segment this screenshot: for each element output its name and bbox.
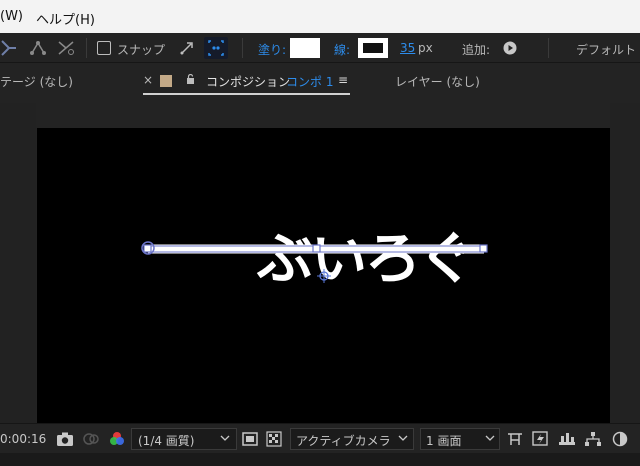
viewer-bottom-bar: 0:00:16 (1/4 画質) アクティブカメラ 1 画面 <box>0 423 640 453</box>
snap-label: スナップ <box>117 43 166 57</box>
current-time-display[interactable]: 0:00:16 <box>0 432 46 446</box>
show-snapshot-icon[interactable] <box>82 431 100 447</box>
chevron-down-icon <box>485 435 495 441</box>
add-label: 追加: <box>462 43 491 57</box>
chevron-down-icon <box>398 435 408 441</box>
flowchart-icon[interactable] <box>584 431 602 447</box>
menu-item-window[interactable]: (W) <box>0 9 23 24</box>
snap-checkbox[interactable] <box>97 41 111 55</box>
reset-exposure-icon[interactable] <box>506 431 524 447</box>
viewer-right-pasteboard <box>610 103 640 423</box>
panel-menu-icon[interactable]: ≡ <box>338 73 348 87</box>
fill-label[interactable]: 塗り: <box>258 41 286 58</box>
tab-composition-name[interactable]: コンポ 1 <box>286 73 333 90</box>
resolution-value: (1/4 画質) <box>138 434 195 448</box>
snap-target-icon[interactable] <box>178 39 196 57</box>
chevron-down-icon <box>220 435 230 441</box>
stroke-width-unit: px <box>418 41 433 55</box>
panel-tab-bar: テージ (なし) × コンポジション コンポ 1 ≡ レイヤー (なし) <box>0 63 640 103</box>
tab-composition-prefix[interactable]: コンポジション <box>206 73 290 90</box>
tab-layer[interactable]: レイヤー (なし) <box>395 73 480 90</box>
puppet-bend-tool-icon[interactable] <box>56 38 76 58</box>
fast-preview-icon[interactable] <box>532 431 550 447</box>
puppet-starch-tool-icon[interactable] <box>28 38 48 58</box>
toolbar-divider <box>86 38 87 58</box>
puppet-pin-tool-icon[interactable] <box>0 38 18 58</box>
composition-canvas[interactable]: ぶいろぐ <box>37 128 610 423</box>
menu-item-help[interactable]: ヘルプ(H) <box>36 9 95 28</box>
region-of-interest-icon[interactable] <box>242 431 258 447</box>
color-channels-icon[interactable] <box>108 430 126 448</box>
tab-footage[interactable]: テージ (なし) <box>0 73 73 90</box>
exposure-icon[interactable] <box>612 431 628 447</box>
fill-color-swatch[interactable] <box>290 38 320 58</box>
tab-active-indicator <box>143 93 350 95</box>
snap-options-button[interactable] <box>204 37 228 59</box>
timeline-icon[interactable] <box>558 431 576 447</box>
stroke-color-swatch[interactable] <box>358 38 388 58</box>
camera-snapshot-icon[interactable] <box>56 431 74 447</box>
tab-close-icon[interactable]: × <box>143 73 153 87</box>
workspace-default-label[interactable]: デフォルト <box>576 41 636 58</box>
stroke-width-value[interactable]: 35 <box>400 41 415 55</box>
composition-label-color-swatch <box>160 75 172 87</box>
toolbar-divider <box>242 38 243 58</box>
tools-toolbar: スナップ 塗り: 線: 35 px 追加: デフォルト <box>0 33 640 63</box>
shape-path-overlay[interactable] <box>37 128 610 423</box>
menu-bar: (W) ヘルプ(H) <box>0 0 640 33</box>
lock-icon[interactable] <box>186 74 195 84</box>
toolbar-divider <box>548 38 549 58</box>
camera-view-value: アクティブカメラ <box>296 434 391 448</box>
add-play-icon[interactable] <box>503 41 517 55</box>
view-layout-value: 1 画面 <box>426 434 462 448</box>
transparency-grid-icon[interactable] <box>266 431 282 447</box>
viewer-left-pasteboard <box>0 103 36 423</box>
stroke-label[interactable]: 線: <box>334 41 350 58</box>
panel-footer-strip <box>0 453 640 466</box>
